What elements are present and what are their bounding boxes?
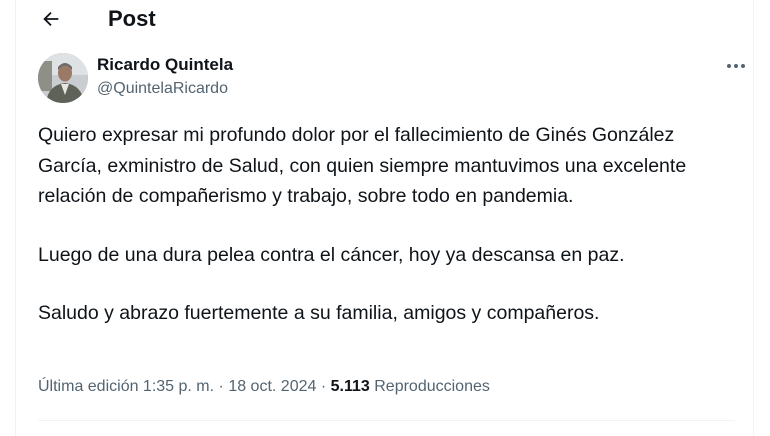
- views-count: 5.113: [330, 378, 370, 395]
- more-horizontal-icon: [727, 64, 745, 68]
- author-name[interactable]: Ricardo Quintela: [97, 55, 233, 75]
- post-paragraph: Luego de una dura pelea contra el cáncer…: [38, 243, 625, 266]
- page-title: Post: [108, 6, 156, 31]
- divider: [38, 420, 735, 421]
- post-paragraph: Saludo y abrazo fuertemente a su familia…: [38, 302, 600, 324]
- page-header: Post: [16, 0, 753, 40]
- post-date[interactable]: 18 oct. 2024: [228, 378, 316, 395]
- meta-separator: ·: [320, 378, 327, 395]
- arrow-left-icon: [43, 11, 59, 27]
- more-options-button[interactable]: [722, 55, 750, 77]
- avatar[interactable]: [38, 53, 88, 103]
- views-label: Reproducciones: [374, 378, 490, 395]
- avatar-photo: [38, 53, 88, 103]
- meta-separator: ·: [218, 378, 224, 395]
- post-paragraph: Quiero expresar mi profundo dolor por el…: [38, 124, 687, 207]
- post-detail-column: Post Ricardo Quintela @QuintelaRicardo Q…: [15, 0, 754, 436]
- post-text: Quiero expresar mi profundo dolor por el…: [38, 120, 738, 329]
- author-handle[interactable]: @QuintelaRicardo: [97, 79, 228, 99]
- back-button[interactable]: [36, 4, 66, 34]
- author-row: Ricardo Quintela @QuintelaRicardo: [38, 53, 745, 105]
- post-meta: Última edición 1:35 p. m. · 18 oct. 2024…: [38, 376, 490, 398]
- edit-history-link[interactable]: Última edición 1:35 p. m.: [38, 378, 214, 395]
